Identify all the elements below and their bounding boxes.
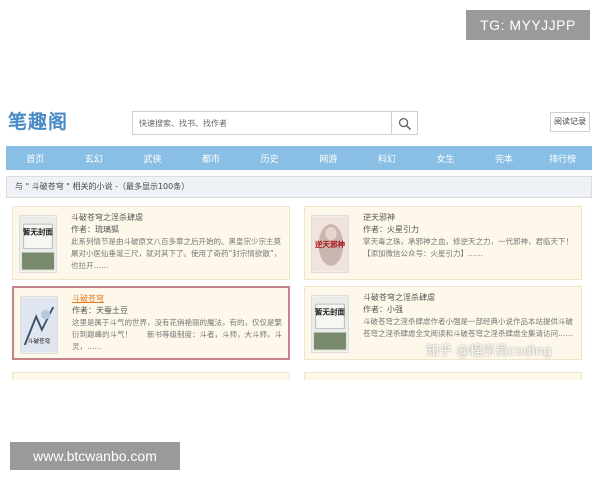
book-cover[interactable]: 逆天邪神 (311, 215, 349, 273)
book-cover-placeholder[interactable]: 暂无封面 (19, 215, 57, 273)
book-description: 斗破苍穹之淫杀肆虐作者小强是一部经典小说作品本站提供斗破苍穹之淫杀肆虐全文阅读和… (363, 317, 573, 338)
category-nav: 首页 玄幻 武侠 都市 历史 网游 科幻 女生 完本 排行榜 (6, 146, 592, 170)
search-box (132, 111, 418, 135)
nav-wangyou[interactable]: 网游 (299, 152, 358, 165)
nav-nvsheng[interactable]: 女生 (416, 152, 475, 165)
book-title[interactable]: 斗破苍穹之淫杀肆虐 (363, 292, 435, 303)
book-card-highlighted[interactable]: 斗破苍穹 斗破苍穹 作者：天蚕土豆 这里是属于斗气的世界，没有花俏艳丽的魔法，有… (12, 286, 290, 360)
tg-watermark-badge: TG: MYYJJPP (466, 10, 590, 40)
book-card[interactable]: 逆天邪神 逆天邪神 作者：火星引力 掌天毒之珠，承邪神之血，修逆天之力，一代邪神… (304, 206, 582, 280)
svg-text:逆天邪神: 逆天邪神 (315, 239, 346, 249)
book-card[interactable]: 暂无封面 斗破苍穹之淫杀肆虐 作者：琉璃狐 此系列情节是由斗破原文八百多章之后开… (12, 206, 290, 280)
book-title[interactable]: 斗破苍穹之淫杀肆虐 (71, 212, 143, 223)
web-screenshot: 笔趣阁 阅读记录 首页 玄幻 武侠 都市 历史 网游 科幻 女生 完本 排行榜 … (6, 102, 592, 380)
book-card-partial[interactable] (12, 372, 290, 380)
svg-text:暂无封面: 暂无封面 (23, 227, 54, 237)
search-result-heading: 与 " 斗破苍穹 " 相关的小说 -（最多显示100条） (6, 176, 592, 198)
book-card-partial[interactable] (304, 372, 582, 380)
book-cover[interactable]: 斗破苍穹 (20, 296, 58, 354)
svg-text:暂无封面: 暂无封面 (315, 307, 346, 317)
book-cover-placeholder[interactable]: 暂无封面 (311, 295, 349, 353)
reading-record-button[interactable]: 阅读记录 (550, 112, 590, 132)
book-author: 作者：琉璃狐 (71, 225, 119, 234)
book-title[interactable]: 逆天邪神 (363, 212, 395, 223)
nav-lishi[interactable]: 历史 (240, 152, 299, 165)
search-button[interactable] (391, 112, 417, 134)
search-input[interactable] (133, 112, 390, 134)
book-author: 作者：火星引力 (363, 225, 419, 234)
search-icon (398, 117, 411, 130)
nav-wanben[interactable]: 完本 (475, 152, 534, 165)
nav-wuxia[interactable]: 武侠 (123, 152, 182, 165)
nav-paihang[interactable]: 排行榜 (533, 152, 592, 165)
nav-kehuan[interactable]: 科幻 (358, 152, 417, 165)
site-url-badge: www.btcwanbo.com (10, 442, 180, 470)
site-logo[interactable]: 笔趣阁 (8, 107, 68, 134)
book-description: 此系列情节是由斗破原文八百多章之后开始的。黑皇宗少宗主莫屠对小医仙垂涎三尺，就对… (71, 237, 282, 270)
nav-home[interactable]: 首页 (6, 152, 65, 165)
book-description: 这里是属于斗气的世界，没有花俏艳丽的魔法，有的，仅仅是繁衍到巅峰的斗气！ 新书等… (72, 318, 282, 351)
book-title[interactable]: 斗破苍穹 (72, 293, 104, 304)
zhihu-watermark: 知乎 @程序员coding (426, 344, 552, 359)
svg-text:斗破苍穹: 斗破苍穹 (28, 337, 51, 345)
book-description: 掌天毒之珠，承邪神之血，修逆天之力，一代邪神，君临天下！【添加微信公众号：火星引… (363, 237, 573, 258)
book-author: 作者：天蚕土豆 (72, 306, 128, 315)
nav-xuanhuan[interactable]: 玄幻 (65, 152, 124, 165)
book-author: 作者：小强 (363, 305, 403, 314)
nav-dushi[interactable]: 都市 (182, 152, 241, 165)
